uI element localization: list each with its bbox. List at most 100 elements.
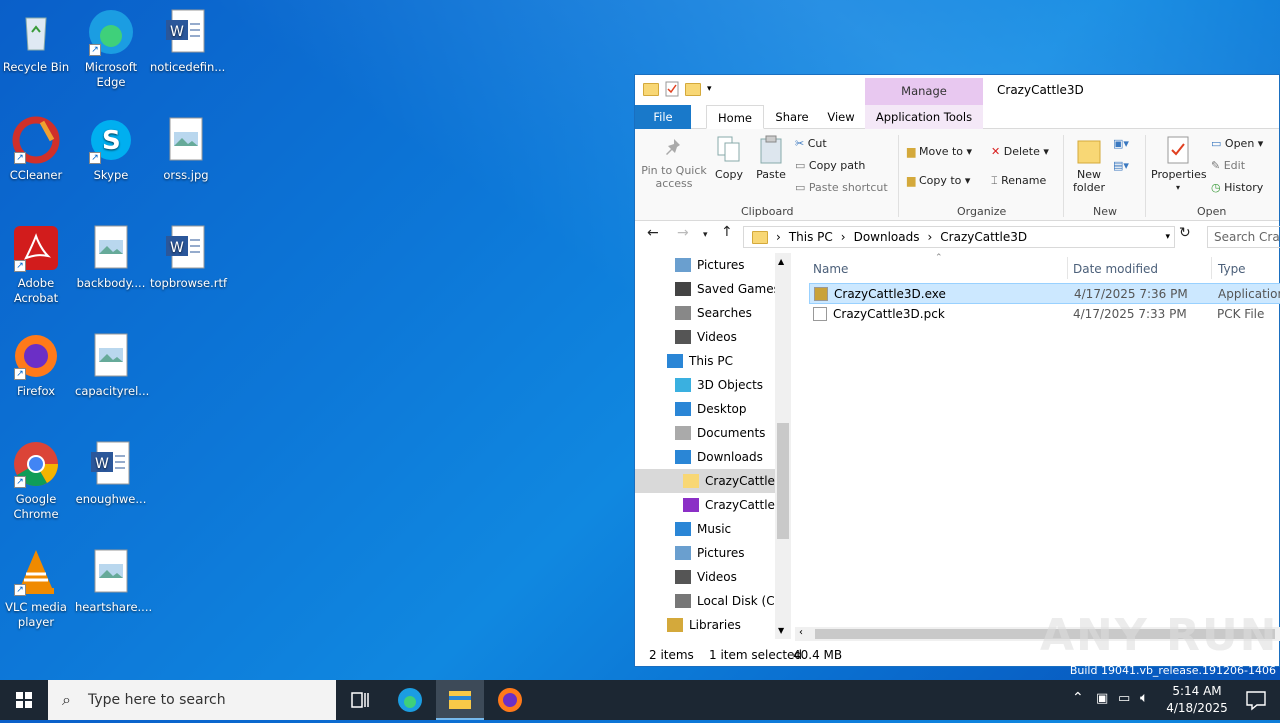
nav-item[interactable]: Music [635,517,791,541]
network-icon[interactable]: ▭ [1118,691,1130,706]
nav-item[interactable]: Videos [635,565,791,589]
scroll-up-icon[interactable]: ▲ [778,257,784,266]
tab-home[interactable]: Home [706,105,764,129]
desktop-icon[interactable]: Wtopbrowse.rtf [150,224,227,291]
recent-locations-chevron-icon[interactable]: ▾ [703,229,708,242]
easy-access-button[interactable]: ▤▾ [1113,159,1129,172]
address-dropdown-chevron-icon[interactable]: ▾ [1165,232,1170,242]
desktop-icon[interactable]: orss.jpg [150,116,222,183]
move-to-button[interactable]: ▆ Move to ▾ [907,145,972,158]
desktop-icon[interactable]: heartshare.... [75,548,152,615]
tab-view[interactable]: View [820,105,862,129]
breadcrumb-downloads[interactable]: Downloads [854,230,920,244]
taskbar-firefox[interactable] [486,680,534,720]
new-folder-quick-icon[interactable] [685,82,701,96]
customize-toolbar-chevron-icon[interactable]: ▾ [707,84,712,94]
action-center-button[interactable] [1232,680,1280,720]
copy-button[interactable]: Copy [711,135,747,181]
delete-button[interactable]: ✕ Delete ▾ [991,145,1049,158]
file-rows: CrazyCattle3D.exe 4/17/2025 7:36 PM Applic… [795,283,1280,325]
column-name[interactable]: Name [813,262,848,276]
nav-scroll-thumb[interactable] [777,423,789,539]
file-row[interactable]: CrazyCattle3D.pck 4/17/2025 7:33 PM PCK Fi… [809,304,1280,325]
nav-item[interactable]: Videos [635,325,791,349]
nav-item[interactable]: Desktop [635,397,791,421]
pin-to-quick-access-button[interactable]: Pin to Quick access [641,137,707,190]
manage-context-tab: Manage [865,78,983,105]
nav-item[interactable]: Saved Games [635,277,791,301]
copy-to-button[interactable]: ▆ Copy to ▾ [907,174,970,187]
paste-shortcut-button[interactable]: ▭ Paste shortcut [795,181,888,194]
file-type: Application [1218,287,1280,301]
desktop-icon[interactable]: Wenoughwe... [75,440,147,507]
taskbar-file-explorer[interactable] [436,680,484,720]
desktop-icon[interactable]: ↗ Microsoft Edge [75,8,147,90]
nav-item[interactable]: Documents [635,421,791,445]
desktop-icon[interactable]: ↗ Firefox [0,332,72,399]
nav-item[interactable]: Downloads [635,445,791,469]
show-hidden-icons-chevron-icon[interactable]: ⌃ [1072,690,1084,706]
edit-button[interactable]: ✎ Edit [1211,159,1245,172]
nav-item[interactable]: 3D Objects [635,373,791,397]
breadcrumb-crazycattle3d[interactable]: CrazyCattle3D [940,230,1027,244]
taskbar-search-box[interactable]: ⌕ Type here to search [48,680,336,720]
open-button[interactable]: ▭ Open ▾ [1211,137,1263,150]
desktop-icon[interactable]: ↗ Google Chrome [0,440,72,522]
nav-item[interactable]: Pictures [635,541,791,565]
back-arrow-icon[interactable]: ← [647,226,659,240]
refresh-icon[interactable]: ↻ [1179,226,1191,240]
nav-item[interactable]: Local Disk (C:) [635,589,791,613]
new-item-button[interactable]: ▣▾ [1113,137,1129,150]
tab-application-tools[interactable]: Application Tools [865,105,983,129]
taskbar-edge[interactable] [386,680,434,720]
breadcrumb-this-pc[interactable]: This PC [789,230,833,244]
scroll-down-icon[interactable]: ▼ [778,626,784,635]
forward-arrow-icon[interactable]: → [677,226,689,240]
tab-file[interactable]: File [635,105,691,129]
desktop-icon[interactable]: Wnoticedefin... [150,8,225,75]
rename-button[interactable]: ⌶ Rename [991,174,1046,187]
folder-icon [675,546,691,560]
properties-button[interactable]: Properties ▾ [1151,135,1207,194]
nav-item[interactable]: Pictures [635,253,791,277]
cut-button[interactable]: ✂ Cut [795,137,827,150]
title-bar[interactable]: ▾ Manage CrazyCattle3D [635,75,1279,105]
up-arrow-icon[interactable]: ↑ [721,225,733,239]
nav-item[interactable]: This PC [635,349,791,373]
desktop-icon[interactable]: S ↗ Skype [75,116,147,183]
file-row[interactable]: CrazyCattle3D.exe 4/17/2025 7:36 PM Applic… [809,283,1280,304]
tab-share[interactable]: Share [764,105,820,129]
desktop-icon[interactable]: capacityrel... [75,332,149,399]
status-item-count: 2 items [649,648,694,662]
file-explorer-window[interactable]: ▾ Manage CrazyCattle3D File Home Share V… [634,74,1280,667]
copy-path-button[interactable]: ▭ Copy path [795,159,865,172]
new-group-label: New [1093,205,1117,218]
scroll-left-icon[interactable]: ‹ [799,627,803,638]
desktop-icon[interactable]: Recycle Bin [0,8,72,75]
desktop-icon[interactable]: ↗ VLC media player [0,548,72,630]
address-bar[interactable]: › This PC › Downloads › CrazyCattle3D ▾ [743,226,1175,248]
desktop-icon[interactable]: ↗ CCleaner [0,116,72,183]
nav-scrollbar[interactable]: ▲ ▼ [775,253,791,639]
desktop-icon[interactable]: ↗ Adobe Acrobat [0,224,72,306]
column-type[interactable]: Type [1218,262,1246,276]
clock-time: 5:14 AM [1172,684,1222,698]
nav-item[interactable]: CrazyCattle3D [635,469,791,493]
task-view-button[interactable] [336,680,384,720]
nav-item[interactable]: Searches [635,301,791,325]
image-file-icon [87,548,135,596]
desktop-icon[interactable]: backbody.... [75,224,147,291]
nav-item[interactable]: Libraries [635,613,791,637]
search-input[interactable]: Search Crazy [1207,226,1280,248]
taskbar-clock[interactable]: 5:14 AM 4/18/2025 [1162,683,1232,717]
nav-item[interactable]: CrazyCattle3D [635,493,791,517]
start-button[interactable] [0,680,48,720]
volume-icon[interactable]: 🔈︎ [1140,690,1148,706]
device-icon[interactable]: ▣ [1096,691,1108,706]
paste-button[interactable]: Paste [753,135,789,181]
nav-item-label: Documents [697,426,766,440]
new-folder-button[interactable]: New folder [1069,135,1109,194]
properties-quick-icon[interactable] [665,81,679,97]
history-button[interactable]: ◷ History [1211,181,1263,194]
column-date-modified[interactable]: Date modified [1073,262,1158,276]
